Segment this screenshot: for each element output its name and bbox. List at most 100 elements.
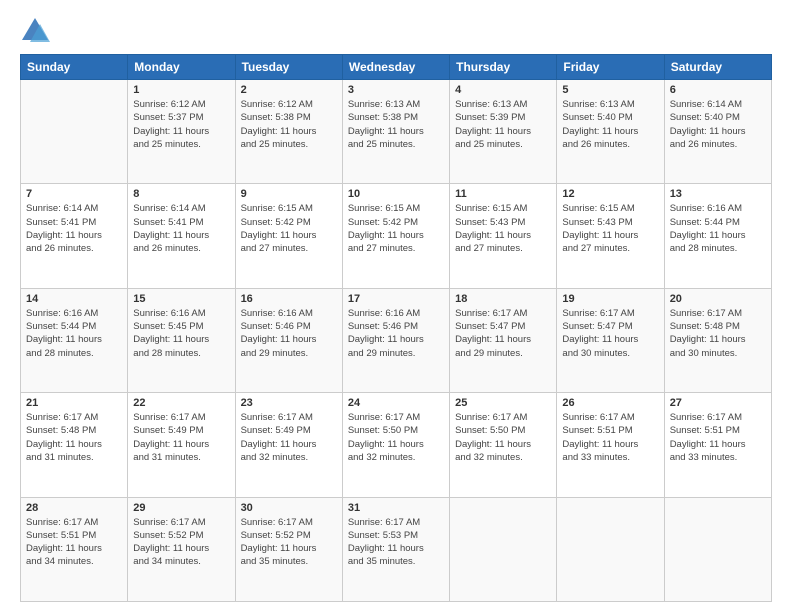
calendar-cell: 9 Sunrise: 6:15 AM Sunset: 5:42 PM Daylig… (235, 184, 342, 288)
day-info: Sunrise: 6:14 AM Sunset: 5:41 PM Dayligh… (26, 202, 122, 255)
weekday-header: Tuesday (235, 55, 342, 80)
day-info: Sunrise: 6:15 AM Sunset: 5:43 PM Dayligh… (455, 202, 551, 255)
day-number: 20 (670, 293, 766, 305)
day-number: 10 (348, 188, 444, 200)
calendar-cell: 2 Sunrise: 6:12 AM Sunset: 5:38 PM Daylig… (235, 80, 342, 184)
calendar-cell: 14Sunrise: 6:16 AM Sunset: 5:44 PM Dayli… (21, 288, 128, 392)
logo (20, 16, 54, 46)
day-number: 3 (348, 84, 444, 96)
calendar-cell: 13 Sunrise: 6:16 AM Sunset: 5:44 PM Dayli… (664, 184, 771, 288)
calendar-week-row: 14Sunrise: 6:16 AM Sunset: 5:44 PM Dayli… (21, 288, 772, 392)
calendar-cell (21, 80, 128, 184)
calendar-cell: 1 Sunrise: 6:12 AM Sunset: 5:37 PM Daylig… (128, 80, 235, 184)
day-info: Sunrise: 6:17 AM Sunset: 5:48 PM Dayligh… (670, 307, 766, 360)
day-info: Sunrise: 6:16 AM Sunset: 5:44 PM Dayligh… (26, 307, 122, 360)
weekday-header: Friday (557, 55, 664, 80)
calendar-cell: 15 Sunrise: 6:16 AM Sunset: 5:45 PM Dayli… (128, 288, 235, 392)
weekday-header: Saturday (664, 55, 771, 80)
day-info: Sunrise: 6:12 AM Sunset: 5:37 PM Dayligh… (133, 98, 229, 151)
calendar-cell: 25Sunrise: 6:17 AM Sunset: 5:50 PM Dayli… (450, 393, 557, 497)
day-number: 27 (670, 397, 766, 409)
weekday-header: Wednesday (342, 55, 449, 80)
day-number: 22 (133, 397, 229, 409)
day-number: 8 (133, 188, 229, 200)
calendar-week-row: 28 Sunrise: 6:17 AM Sunset: 5:51 PM Dayli… (21, 497, 772, 601)
day-number: 2 (241, 84, 337, 96)
day-info: Sunrise: 6:15 AM Sunset: 5:42 PM Dayligh… (348, 202, 444, 255)
calendar-cell: 17 Sunrise: 6:16 AM Sunset: 5:46 PM Dayli… (342, 288, 449, 392)
day-info: Sunrise: 6:16 AM Sunset: 5:46 PM Dayligh… (241, 307, 337, 360)
calendar-cell: 5 Sunrise: 6:13 AM Sunset: 5:40 PM Daylig… (557, 80, 664, 184)
calendar-cell: 8 Sunrise: 6:14 AM Sunset: 5:41 PM Daylig… (128, 184, 235, 288)
calendar-cell (557, 497, 664, 601)
day-info: Sunrise: 6:16 AM Sunset: 5:46 PM Dayligh… (348, 307, 444, 360)
calendar-cell: 26 Sunrise: 6:17 AM Sunset: 5:51 PM Dayli… (557, 393, 664, 497)
day-info: Sunrise: 6:17 AM Sunset: 5:51 PM Dayligh… (670, 411, 766, 464)
day-info: Sunrise: 6:17 AM Sunset: 5:49 PM Dayligh… (133, 411, 229, 464)
day-info: Sunrise: 6:17 AM Sunset: 5:47 PM Dayligh… (455, 307, 551, 360)
calendar-cell: 29Sunrise: 6:17 AM Sunset: 5:52 PM Dayli… (128, 497, 235, 601)
day-info: Sunrise: 6:17 AM Sunset: 5:51 PM Dayligh… (562, 411, 658, 464)
day-number: 1 (133, 84, 229, 96)
weekday-header: Sunday (21, 55, 128, 80)
day-info: Sunrise: 6:14 AM Sunset: 5:40 PM Dayligh… (670, 98, 766, 151)
header (20, 16, 772, 46)
day-number: 28 (26, 502, 122, 514)
day-number: 16 (241, 293, 337, 305)
day-info: Sunrise: 6:17 AM Sunset: 5:53 PM Dayligh… (348, 516, 444, 569)
day-info: Sunrise: 6:13 AM Sunset: 5:39 PM Dayligh… (455, 98, 551, 151)
page: SundayMondayTuesdayWednesdayThursdayFrid… (0, 0, 792, 612)
calendar-cell: 28 Sunrise: 6:17 AM Sunset: 5:51 PM Dayli… (21, 497, 128, 601)
calendar-cell: 10 Sunrise: 6:15 AM Sunset: 5:42 PM Dayli… (342, 184, 449, 288)
day-number: 23 (241, 397, 337, 409)
calendar-week-row: 21Sunrise: 6:17 AM Sunset: 5:48 PM Dayli… (21, 393, 772, 497)
day-info: Sunrise: 6:15 AM Sunset: 5:42 PM Dayligh… (241, 202, 337, 255)
day-info: Sunrise: 6:12 AM Sunset: 5:38 PM Dayligh… (241, 98, 337, 151)
day-info: Sunrise: 6:13 AM Sunset: 5:38 PM Dayligh… (348, 98, 444, 151)
day-number: 19 (562, 293, 658, 305)
day-info: Sunrise: 6:16 AM Sunset: 5:45 PM Dayligh… (133, 307, 229, 360)
calendar-header-row: SundayMondayTuesdayWednesdayThursdayFrid… (21, 55, 772, 80)
day-info: Sunrise: 6:17 AM Sunset: 5:47 PM Dayligh… (562, 307, 658, 360)
calendar-cell: 3 Sunrise: 6:13 AM Sunset: 5:38 PM Daylig… (342, 80, 449, 184)
day-number: 5 (562, 84, 658, 96)
calendar-cell: 19 Sunrise: 6:17 AM Sunset: 5:47 PM Dayli… (557, 288, 664, 392)
day-info: Sunrise: 6:17 AM Sunset: 5:52 PM Dayligh… (241, 516, 337, 569)
calendar-cell (450, 497, 557, 601)
calendar-cell: 6 Sunrise: 6:14 AM Sunset: 5:40 PM Daylig… (664, 80, 771, 184)
calendar-cell (664, 497, 771, 601)
calendar-cell: 21Sunrise: 6:17 AM Sunset: 5:48 PM Dayli… (21, 393, 128, 497)
calendar-cell: 30 Sunrise: 6:17 AM Sunset: 5:52 PM Dayli… (235, 497, 342, 601)
day-number: 13 (670, 188, 766, 200)
day-number: 17 (348, 293, 444, 305)
day-number: 11 (455, 188, 551, 200)
logo-icon (20, 16, 50, 46)
day-number: 30 (241, 502, 337, 514)
day-number: 15 (133, 293, 229, 305)
weekday-header: Monday (128, 55, 235, 80)
day-number: 24 (348, 397, 444, 409)
day-info: Sunrise: 6:17 AM Sunset: 5:51 PM Dayligh… (26, 516, 122, 569)
day-info: Sunrise: 6:14 AM Sunset: 5:41 PM Dayligh… (133, 202, 229, 255)
calendar-cell: 7Sunrise: 6:14 AM Sunset: 5:41 PM Daylig… (21, 184, 128, 288)
weekday-header: Thursday (450, 55, 557, 80)
calendar-week-row: 1 Sunrise: 6:12 AM Sunset: 5:37 PM Daylig… (21, 80, 772, 184)
day-number: 4 (455, 84, 551, 96)
day-info: Sunrise: 6:16 AM Sunset: 5:44 PM Dayligh… (670, 202, 766, 255)
day-number: 9 (241, 188, 337, 200)
day-number: 31 (348, 502, 444, 514)
calendar-cell: 16 Sunrise: 6:16 AM Sunset: 5:46 PM Dayli… (235, 288, 342, 392)
calendar-cell: 22 Sunrise: 6:17 AM Sunset: 5:49 PM Dayli… (128, 393, 235, 497)
day-number: 21 (26, 397, 122, 409)
day-number: 6 (670, 84, 766, 96)
day-info: Sunrise: 6:17 AM Sunset: 5:49 PM Dayligh… (241, 411, 337, 464)
calendar-cell: 27 Sunrise: 6:17 AM Sunset: 5:51 PM Dayli… (664, 393, 771, 497)
day-info: Sunrise: 6:13 AM Sunset: 5:40 PM Dayligh… (562, 98, 658, 151)
day-info: Sunrise: 6:15 AM Sunset: 5:43 PM Dayligh… (562, 202, 658, 255)
calendar-cell: 4 Sunrise: 6:13 AM Sunset: 5:39 PM Daylig… (450, 80, 557, 184)
day-number: 25 (455, 397, 551, 409)
day-number: 26 (562, 397, 658, 409)
day-number: 18 (455, 293, 551, 305)
calendar-week-row: 7Sunrise: 6:14 AM Sunset: 5:41 PM Daylig… (21, 184, 772, 288)
day-info: Sunrise: 6:17 AM Sunset: 5:52 PM Dayligh… (133, 516, 229, 569)
